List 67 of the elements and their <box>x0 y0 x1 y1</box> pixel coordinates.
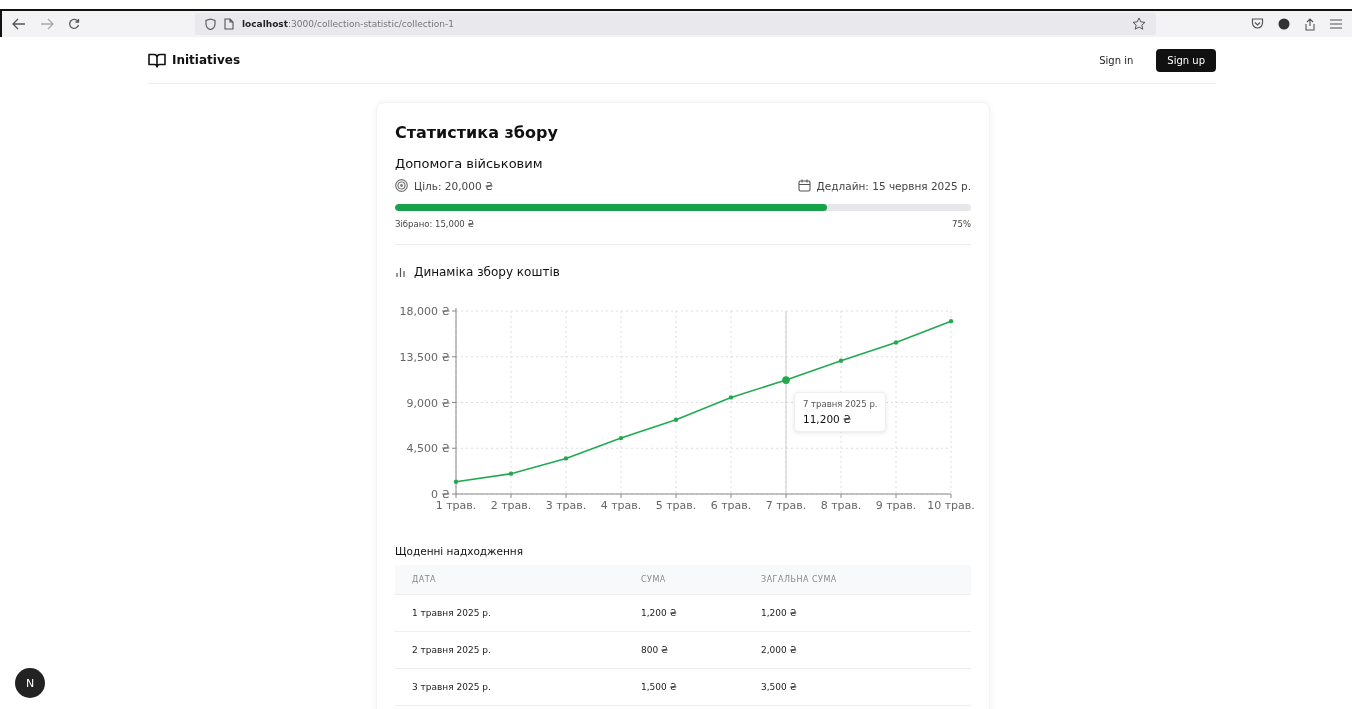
bar-chart-icon <box>395 266 406 278</box>
data-point[interactable] <box>782 376 790 384</box>
column-header: ДАТА <box>395 565 624 595</box>
deadline-text: Дедлайн: 15 червня 2025 р. <box>816 179 971 192</box>
data-point[interactable] <box>893 340 899 345</box>
shield-icon <box>205 18 216 30</box>
url-text: localhost:3000/collection-statistic/collection-1 <box>242 19 455 29</box>
table-cell: 1,200 ₴ <box>624 594 744 632</box>
x-tick-label: 3 трав. <box>545 499 587 512</box>
table-cell: 1,500 ₴ <box>624 668 744 706</box>
data-point[interactable] <box>948 318 954 324</box>
data-point[interactable] <box>838 358 844 363</box>
brand-name[interactable]: Initiatives <box>172 53 241 67</box>
sign-in-button[interactable]: Sign in <box>1088 48 1145 72</box>
table-cell: 800 ₴ <box>624 631 744 669</box>
column-header: СУМА <box>624 565 744 595</box>
collected-amount: Зібрано: 15,000 ₴ <box>395 219 474 229</box>
table-cell: 3,500 ₴ <box>744 668 971 706</box>
y-tick-label: 0 ₴ <box>431 488 450 501</box>
forward-icon[interactable] <box>40 18 54 30</box>
x-tick-label: 1 трав. <box>435 499 477 512</box>
back-icon[interactable] <box>12 18 26 30</box>
pocket-icon[interactable] <box>1251 18 1264 30</box>
address-bar[interactable]: localhost:3000/collection-statistic/collection-1 <box>195 13 1156 35</box>
share-icon[interactable] <box>1304 17 1316 31</box>
x-tick-label: 6 трав. <box>710 499 752 512</box>
data-point[interactable] <box>728 395 734 400</box>
progress-percent: 75% <box>952 219 971 229</box>
goal-text: Ціль: 20,000 ₴ <box>414 179 494 192</box>
table-cell: 1,200 ₴ <box>744 594 971 632</box>
tooltip-date: 7 травня 2025 р. <box>803 399 878 410</box>
table-cell: 1 травня 2025 р. <box>395 594 624 632</box>
dev-tools-badge[interactable]: N <box>15 668 45 698</box>
section-heading: Динаміка збору коштів <box>414 265 560 279</box>
y-tick-label: 9,000 ₴ <box>406 396 450 410</box>
y-tick-label: 13,500 ₴ <box>399 350 450 364</box>
x-tick-label: 9 трав. <box>875 499 917 512</box>
tooltip-value: 11,200 ₴ <box>803 413 853 426</box>
data-point[interactable] <box>508 471 514 476</box>
calendar-icon <box>797 179 811 192</box>
x-tick-label: 8 трав. <box>820 499 862 512</box>
table-cell: 3 травня 2025 р. <box>395 668 624 706</box>
extension-icon[interactable] <box>1278 18 1290 30</box>
y-tick-label: 4,500 ₴ <box>406 442 450 456</box>
column-header: ЗАГАЛЬНА СУМА <box>744 565 971 595</box>
card-title: Статистика збору <box>395 123 559 142</box>
menu-icon[interactable] <box>1330 19 1342 29</box>
table-cell: 2,000 ₴ <box>744 631 971 669</box>
sign-up-button[interactable]: Sign up <box>1156 48 1216 72</box>
table-title: Щоденні надходження <box>395 545 525 557</box>
table-cell: 2 травня 2025 р. <box>395 631 624 669</box>
book-icon <box>148 52 166 68</box>
y-tick-label: 18,000 ₴ <box>399 305 450 318</box>
data-point[interactable] <box>563 456 569 461</box>
data-point[interactable] <box>673 417 679 422</box>
x-tick-label: 2 трав. <box>490 499 532 512</box>
x-tick-label: 10 трав. <box>927 499 975 512</box>
star-icon[interactable] <box>1132 17 1146 31</box>
target-icon <box>395 179 408 192</box>
x-tick-label: 7 трав. <box>765 499 807 512</box>
page-icon <box>224 18 234 30</box>
data-point[interactable] <box>453 479 459 484</box>
x-tick-label: 4 трав. <box>600 499 642 512</box>
reload-icon[interactable] <box>68 18 80 30</box>
data-point[interactable] <box>618 435 624 441</box>
collection-name: Допомога військовим <box>395 156 544 171</box>
x-tick-label: 5 трав. <box>655 499 697 512</box>
